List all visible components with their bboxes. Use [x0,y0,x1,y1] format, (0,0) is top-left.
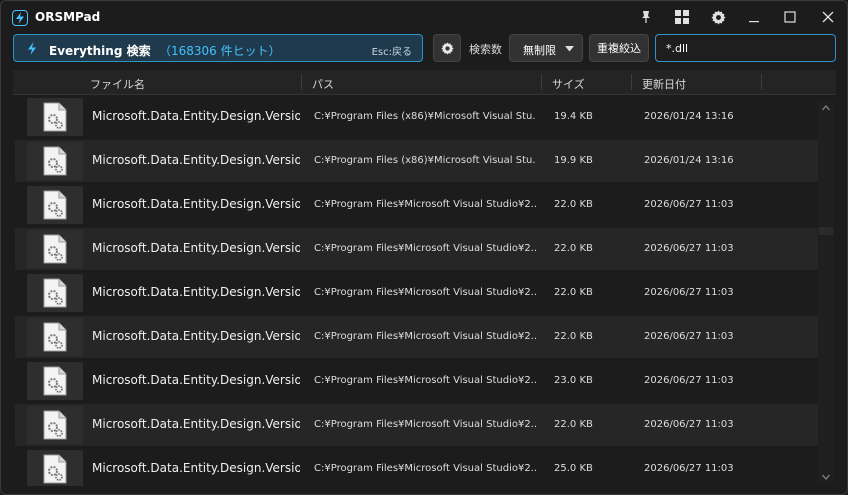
app-logo-icon [12,10,28,26]
column-header-size[interactable]: サイズ [552,76,585,92]
file-name: Microsoft.Data.Entity.Design.Versioni... [92,109,300,123]
dll-file-icon [27,186,83,224]
file-name: Microsoft.Data.Entity.Design.Versioni... [92,329,300,343]
pin-icon[interactable] [636,7,656,27]
file-path: C:¥Program Files¥Microsoft Visual Studio… [314,463,536,474]
file-size: 22.0 KB [554,199,593,210]
file-name: Microsoft.Data.Entity.Design.Versioni... [92,461,300,475]
file-size: 22.0 KB [554,243,593,254]
file-modified: 2026/06/27 11:03 [644,199,734,210]
title-bar[interactable]: ORSMPad [1,1,847,33]
file-modified: 2026/01/24 13:16 [644,111,734,122]
app-title: ORSMPad [35,10,101,24]
dll-file-icon [27,274,83,312]
table-body: Microsoft.Data.Entity.Design.Versioni...… [15,96,818,486]
search-limit-label: 検索数 [469,43,502,56]
close-icon[interactable] [818,7,838,27]
dll-file-icon [27,406,83,444]
column-divider[interactable] [541,74,542,90]
dedupe-filter-button[interactable]: 重複絞込 [589,34,649,62]
search-limit-select[interactable]: 無制限 [509,34,583,62]
search-engine-label: Everything 検索 [49,44,151,58]
file-name: Microsoft.Data.Entity.Design.Versioni... [92,373,300,387]
table-row[interactable]: Microsoft.Data.Entity.Design.Versioni...… [15,184,818,226]
results-table: ファイル名 パス サイズ 更新日付 Microsoft.Data.Entity.… [13,70,836,486]
table-row[interactable]: Microsoft.Data.Entity.Design.Versioni...… [15,140,818,182]
maximize-icon[interactable] [780,7,800,27]
file-size: 19.9 KB [554,155,593,166]
file-path: C:¥Program Files¥Microsoft Visual Studio… [314,419,536,430]
scroll-thumb[interactable] [819,227,833,235]
table-header: ファイル名 パス サイズ 更新日付 [13,70,836,95]
chevron-down-icon [565,46,574,52]
column-header-modified[interactable]: 更新日付 [642,76,686,92]
table-row[interactable]: Microsoft.Data.Entity.Design.Versioni...… [15,228,818,270]
file-path: C:¥Program Files (x86)¥Microsoft Visual … [314,111,536,122]
column-header-filename[interactable]: ファイル名 [90,76,145,92]
file-path: C:¥Program Files¥Microsoft Visual Studio… [314,375,536,386]
dll-file-icon [27,318,83,356]
file-path: C:¥Program Files¥Microsoft Visual Studio… [314,199,536,210]
bolt-icon [28,42,36,55]
dll-file-icon [27,230,83,268]
column-divider[interactable] [631,74,632,90]
file-modified: 2026/06/27 11:03 [644,419,734,430]
minimize-icon[interactable] [744,7,764,27]
file-size: 22.0 KB [554,331,593,342]
table-row[interactable]: Microsoft.Data.Entity.Design.Versioni...… [15,448,818,486]
file-name: Microsoft.Data.Entity.Design.Versioni... [92,197,300,211]
search-settings-button[interactable] [433,34,461,62]
file-path: C:¥Program Files¥Microsoft Visual Studio… [314,287,536,298]
file-modified: 2026/06/27 11:03 [644,243,734,254]
file-name: Microsoft.Data.Entity.Design.Versioni... [92,241,300,255]
gear-icon[interactable] [708,7,728,27]
table-row[interactable]: Microsoft.Data.Entity.Design.Versioni...… [15,316,818,358]
scroll-down-arrow-icon[interactable] [822,474,830,480]
file-size: 23.0 KB [554,375,593,386]
file-size: 19.4 KB [554,111,593,122]
file-path: C:¥Program Files¥Microsoft Visual Studio… [314,243,536,254]
vertical-scrollbar[interactable] [818,101,834,484]
grid-icon[interactable] [672,7,692,27]
file-modified: 2026/06/27 11:03 [644,375,734,386]
table-row[interactable]: Microsoft.Data.Entity.Design.Versioni...… [15,404,818,446]
scroll-track[interactable] [819,117,833,468]
file-modified: 2026/06/27 11:03 [644,287,734,298]
file-modified: 2026/06/27 11:03 [644,463,734,474]
file-name: Microsoft.Data.Entity.Design.Versioni... [92,153,300,167]
file-modified: 2026/06/27 11:03 [644,331,734,342]
column-divider[interactable] [761,74,762,90]
app-window: ORSMPad Everything 検索 （168306 件ヒット） Esc:… [0,0,848,495]
table-row[interactable]: Microsoft.Data.Entity.Design.Versioni...… [15,272,818,314]
file-path: C:¥Program Files¥Microsoft Visual Studio… [314,331,536,342]
gear-icon [440,41,454,55]
extension-filter-input[interactable] [655,34,836,62]
column-divider[interactable] [301,74,302,90]
dll-file-icon [27,362,83,400]
file-size: 22.0 KB [554,419,593,430]
table-row[interactable]: Microsoft.Data.Entity.Design.Versioni...… [15,96,818,138]
dll-file-icon [27,142,83,180]
everything-search-box[interactable]: Everything 検索 （168306 件ヒット） Esc:戻る [13,34,423,62]
file-size: 22.0 KB [554,287,593,298]
file-name: Microsoft.Data.Entity.Design.Versioni... [92,285,300,299]
file-path: C:¥Program Files (x86)¥Microsoft Visual … [314,155,536,166]
scroll-up-arrow-icon[interactable] [822,105,830,111]
esc-back-hint[interactable]: Esc:戻る [372,43,412,58]
file-name: Microsoft.Data.Entity.Design.Versioni... [92,417,300,431]
hit-count: （168306 件ヒット） [159,44,281,58]
column-header-path[interactable]: パス [312,76,334,92]
table-row[interactable]: Microsoft.Data.Entity.Design.Versioni...… [15,360,818,402]
dll-file-icon [27,450,83,486]
dll-file-icon [27,98,83,136]
search-limit-value: 無制限 [523,44,556,57]
file-size: 25.0 KB [554,463,593,474]
file-modified: 2026/01/24 13:16 [644,155,734,166]
